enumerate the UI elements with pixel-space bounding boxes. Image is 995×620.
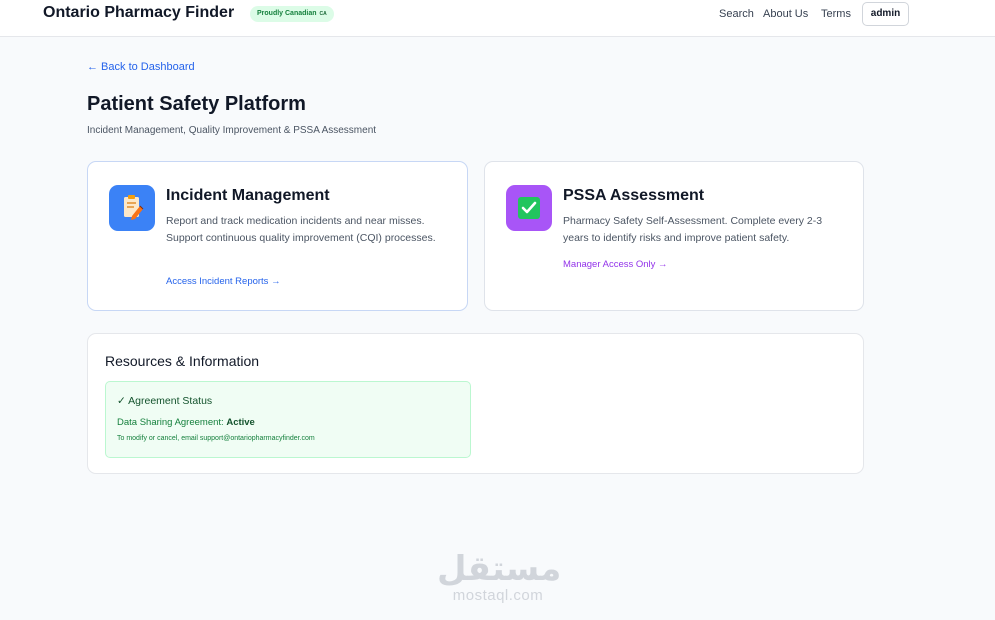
watermark-latin: mostaql.com [452, 587, 544, 604]
nav-terms-link[interactable]: Terms [821, 8, 851, 20]
watermark-logo: مستقل mostaql.com [437, 549, 562, 611]
flag-icon: CA [319, 11, 327, 17]
resources-title: Resources & Information [105, 353, 260, 369]
incident-card-title: Incident Management [166, 187, 330, 204]
nav-search-link[interactable]: Search [719, 8, 754, 20]
incident-card-description: Report and track medication incidents an… [166, 215, 436, 244]
incident-management-card[interactable]: Incident Management Report and track med… [87, 161, 468, 311]
nav-about-link[interactable]: About Us [763, 8, 808, 20]
canadian-badge: Proudly Canadian CA [250, 6, 334, 22]
back-to-dashboard-link[interactable]: ← Back to Dashboard [87, 61, 195, 73]
page-title: Patient Safety Platform [87, 93, 306, 115]
top-navbar: Ontario Pharmacy Finder Proudly Canadian… [0, 0, 995, 37]
page-subtitle: Incident Management, Quality Improvement… [87, 125, 377, 136]
manager-access-link[interactable]: Manager Access Only → [563, 259, 668, 270]
pssa-assessment-card[interactable]: PSSA Assessment Pharmacy Safety Self-Ass… [484, 161, 864, 311]
watermark-arabic: مستقل [437, 549, 562, 589]
agreement-note: To modify or cancel, email support@ontar… [117, 435, 315, 442]
agreement-label: Data Sharing Agreement: [117, 417, 227, 428]
pssa-card-description: Pharmacy Safety Self-Assessment. Complet… [563, 215, 823, 244]
pssa-card-title: PSSA Assessment [563, 187, 705, 204]
badge-label: Proudly Canadian [257, 10, 317, 17]
agreement-status-title: ✓ Agreement Status [117, 395, 213, 407]
clipboard-pencil-icon [109, 185, 155, 231]
resources-card: Resources & Information ✓ Agreement Stat… [87, 333, 864, 474]
checkbox-icon [506, 185, 552, 231]
agreement-status-line: Data Sharing Agreement: Active [117, 417, 255, 428]
brand-title[interactable]: Ontario Pharmacy Finder [43, 4, 234, 22]
access-incident-reports-link[interactable]: Access Incident Reports → [166, 276, 281, 287]
agreement-status-box: ✓ Agreement Status Data Sharing Agreemen… [105, 381, 471, 458]
user-menu-button[interactable]: admin [862, 2, 909, 26]
agreement-status-value: Active [226, 417, 255, 428]
